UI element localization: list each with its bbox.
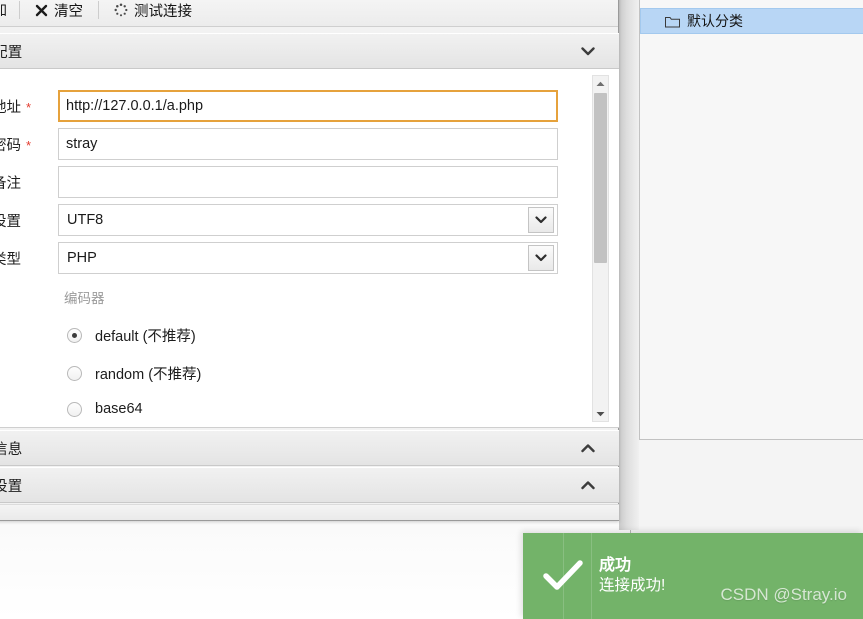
clear-button[interactable]: 清空: [29, 0, 89, 23]
field-row-encoding: 设置 UTF8: [0, 204, 558, 236]
field-label-remark: 备注: [0, 175, 21, 192]
encoding-select-value: UTF8: [67, 212, 104, 228]
radio-encoder-default[interactable]: default (不推荐): [67, 325, 196, 346]
encoding-select[interactable]: UTF8: [58, 204, 558, 236]
dialog-toolbar: 加 清空: [0, 0, 618, 27]
field-label-password: 密码*: [0, 137, 32, 154]
scroll-down-arrow-icon[interactable]: [593, 406, 608, 421]
scroll-up-arrow-icon[interactable]: [593, 76, 608, 91]
app-root: 默认分类 加 清空: [0, 0, 863, 619]
field-row-url: 地址*: [0, 90, 558, 122]
section-header-base-config[interactable]: 配置: [0, 33, 619, 69]
toast-divider-2: [591, 533, 592, 619]
toast-divider-1: [563, 533, 564, 619]
radio-selected-icon[interactable]: [67, 328, 82, 343]
scrollbar-thumb[interactable]: [594, 93, 607, 263]
radio-unselected-icon[interactable]: [67, 401, 82, 417]
clear-button-label: 清空: [54, 3, 83, 20]
tree-item-default-category[interactable]: 默认分类: [640, 8, 863, 34]
tree-item-label: 默认分类: [687, 13, 743, 29]
toolbar-separator-2: [98, 1, 99, 19]
toolbar-separator-1: [19, 1, 20, 19]
chevron-down-icon[interactable]: [528, 207, 554, 233]
password-input[interactable]: [58, 128, 558, 160]
dialog-footer: [0, 504, 619, 520]
script-type-select-value: PHP: [67, 250, 97, 266]
section-title-base-config: 配置: [0, 44, 23, 61]
field-label-script-type: 类型: [0, 251, 21, 268]
folder-icon: [665, 15, 680, 28]
panel-divider: [619, 0, 639, 530]
field-row-password: 密码*: [0, 128, 558, 160]
success-toast[interactable]: 成功 连接成功! CSDN @Stray.io: [523, 533, 863, 619]
chevron-up-icon: [581, 443, 619, 453]
section-header-request-info[interactable]: 信息: [0, 430, 619, 466]
toast-title: 成功: [599, 556, 632, 574]
field-row-remark: 备注: [0, 166, 558, 198]
clear-x-icon: [35, 4, 48, 17]
radio-label-default: default (不推荐): [95, 329, 196, 345]
toast-text-block: 成功 连接成功!: [599, 555, 665, 598]
field-label-encoding: 设置: [0, 213, 21, 230]
toolbar-truncated-button[interactable]: 加: [0, 0, 10, 20]
toast-message: 连接成功!: [599, 577, 666, 595]
radio-unselected-icon[interactable]: [67, 366, 82, 381]
script-type-select[interactable]: PHP: [58, 242, 558, 274]
chevron-up-icon: [581, 480, 619, 490]
remark-input[interactable]: [58, 166, 558, 198]
section-header-other-settings[interactable]: 设置: [0, 467, 619, 503]
field-row-script-type: 类型 PHP: [0, 242, 558, 274]
section-title-request-info: 信息: [0, 441, 23, 458]
chevron-down-icon: [581, 46, 619, 56]
section-title-other-settings: 设置: [0, 478, 23, 495]
chevron-down-icon[interactable]: [528, 245, 554, 271]
watermark-text: CSDN @Stray.io: [720, 585, 847, 604]
required-marker: *: [26, 99, 32, 115]
required-marker: *: [26, 137, 32, 153]
form-vertical-scrollbar[interactable]: [592, 75, 609, 422]
radio-encoder-random[interactable]: random (不推荐): [67, 363, 201, 384]
category-tree-panel: 默认分类: [639, 0, 863, 440]
url-input[interactable]: [58, 90, 558, 122]
test-connection-button[interactable]: 测试连接: [108, 0, 198, 23]
radio-label-random: random (不推荐): [95, 367, 202, 383]
radio-encoder-base64[interactable]: base64: [67, 401, 143, 417]
encoder-group-title: 编码器: [64, 291, 105, 306]
connection-config-dialog: 加 清空: [0, 0, 619, 521]
field-label-url: 地址*: [0, 99, 32, 116]
spinner-dots-icon: [114, 3, 128, 17]
radio-label-base64: base64: [95, 401, 143, 417]
test-connection-label: 测试连接: [134, 3, 192, 20]
config-form-body: 地址* 密码* 备注 设置: [0, 69, 619, 428]
